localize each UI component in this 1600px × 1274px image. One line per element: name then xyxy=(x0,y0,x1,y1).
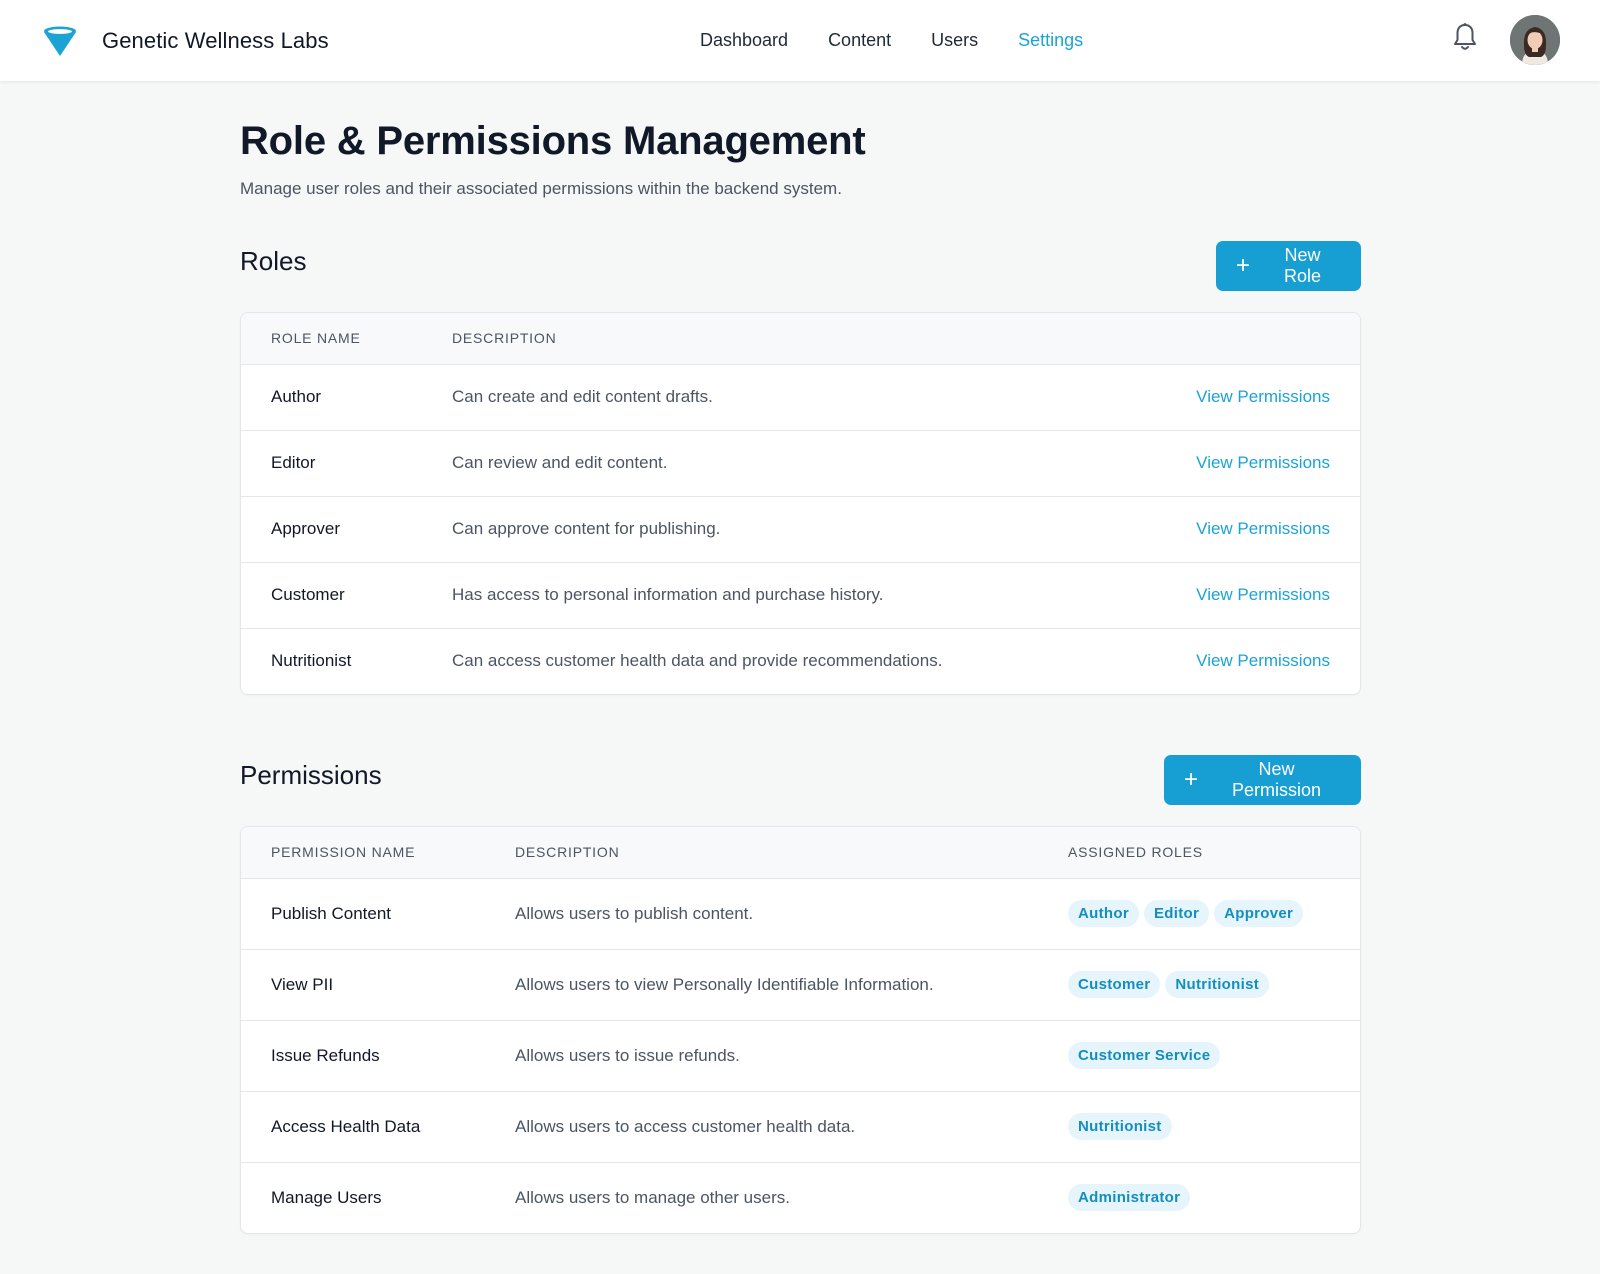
nav-users[interactable]: Users xyxy=(931,30,978,51)
role-tag[interactable]: Nutritionist xyxy=(1165,971,1270,998)
permission-description: Allows users to manage other users. xyxy=(515,1187,790,1207)
assigned-roles: Administrator xyxy=(1038,1162,1360,1233)
table-row: View PII Allows users to view Personally… xyxy=(241,949,1360,1021)
view-permissions-link[interactable]: View Permissions xyxy=(1196,387,1330,406)
permissions-section-title: Permissions xyxy=(240,760,382,790)
column-header-permission-name: PERMISSION NAME xyxy=(241,827,485,879)
role-description: Can approve content for publishing. xyxy=(422,496,1106,563)
permission-name: Manage Users xyxy=(271,1187,382,1207)
page-title: Role & Permissions Management xyxy=(240,119,866,163)
column-header-description: DESCRIPTION xyxy=(485,827,1038,879)
permission-name: Publish Content xyxy=(241,878,485,950)
table-row: Customer Has access to personal informat… xyxy=(241,562,1360,629)
view-permissions-link[interactable]: View Permissions xyxy=(1196,453,1330,472)
user-avatar[interactable] xyxy=(1510,15,1560,65)
bell-icon[interactable] xyxy=(1452,22,1478,52)
role-tag[interactable]: Author xyxy=(1068,900,1139,927)
assigned-roles: Customer Nutritionist xyxy=(1038,949,1360,1021)
permission-description: Allows users to view Personally Identifi… xyxy=(485,949,1038,1021)
new-permission-button[interactable]: + New Permission xyxy=(1164,755,1361,805)
permission-name: View PII xyxy=(241,949,485,1021)
table-header-row: ROLE NAME DESCRIPTION xyxy=(241,313,1360,365)
assigned-roles: Nutritionist xyxy=(1038,1091,1360,1163)
role-description: Can create and edit content drafts. xyxy=(422,364,1106,431)
role-tag[interactable]: Administrator xyxy=(1068,1184,1191,1212)
role-description: Can review and edit content. xyxy=(422,430,1106,497)
table-row: Author Can create and edit content draft… xyxy=(241,364,1360,431)
page-subtitle: Manage user roles and their associated p… xyxy=(240,179,842,198)
role-description: Can access customer health data and prov… xyxy=(452,651,943,671)
view-permissions-link[interactable]: View Permissions xyxy=(1196,651,1330,670)
role-description: Has access to personal information and p… xyxy=(422,562,1106,629)
funnel-logo-icon xyxy=(42,23,78,59)
brand-name: Genetic Wellness Labs xyxy=(102,27,329,53)
assigned-roles: Author Editor Approver xyxy=(1038,878,1360,950)
permissions-table: PERMISSION NAME DESCRIPTION ASSIGNED ROL… xyxy=(241,827,1360,1233)
main-nav: Dashboard Content Users Settings xyxy=(700,0,1123,81)
permission-description: Allows users to issue refunds. xyxy=(485,1020,1038,1092)
table-row: Issue Refunds Allows users to issue refu… xyxy=(241,1020,1360,1092)
role-tag[interactable]: Editor xyxy=(1143,900,1210,927)
table-row: Publish Content Allows users to publish … xyxy=(241,878,1360,950)
new-permission-label: New Permission xyxy=(1231,759,1322,800)
assigned-roles: Customer Service xyxy=(1038,1020,1360,1092)
new-role-button[interactable]: + New Role xyxy=(1216,241,1361,291)
role-tag[interactable]: Customer xyxy=(1068,971,1161,998)
view-permissions-link[interactable]: View Permissions xyxy=(1196,519,1330,538)
role-tag[interactable]: Nutritionist xyxy=(1068,1113,1172,1140)
table-row: Manage Users Allows users to manage othe… xyxy=(241,1162,1360,1233)
table-row: Editor Can review and edit content. View… xyxy=(241,430,1360,497)
plus-icon: + xyxy=(1236,252,1251,279)
role-name: Customer xyxy=(241,562,422,629)
column-header-assigned-roles: ASSIGNED ROLES xyxy=(1038,827,1360,879)
roles-table-card: ROLE NAME DESCRIPTION Author Can create … xyxy=(240,312,1361,695)
permissions-table-card: PERMISSION NAME DESCRIPTION ASSIGNED ROL… xyxy=(240,826,1361,1234)
nav-settings[interactable]: Settings xyxy=(1018,30,1083,51)
nav-dashboard[interactable]: Dashboard xyxy=(700,30,788,51)
column-header-description: DESCRIPTION xyxy=(422,313,1106,365)
table-row: Nutritionist Can access customer health … xyxy=(241,628,1360,694)
permission-description: Allows users to access customer health d… xyxy=(485,1091,1038,1163)
table-row: Access Health Data Allows users to acces… xyxy=(241,1091,1360,1163)
permission-description: Allows users to publish content. xyxy=(485,878,1038,950)
nav-content[interactable]: Content xyxy=(828,30,891,51)
role-tag[interactable]: Approver xyxy=(1214,900,1304,927)
permission-name: Access Health Data xyxy=(241,1091,485,1163)
column-header-role-name: ROLE NAME xyxy=(241,313,422,365)
role-name: Approver xyxy=(241,496,422,563)
table-header-row: PERMISSION NAME DESCRIPTION ASSIGNED ROL… xyxy=(241,827,1360,879)
new-role-label: New Role xyxy=(1283,245,1322,286)
table-row: Approver Can approve content for publish… xyxy=(241,496,1360,563)
column-header-actions xyxy=(1105,313,1360,365)
roles-table: ROLE NAME DESCRIPTION Author Can create … xyxy=(241,313,1360,694)
role-name: Nutritionist xyxy=(271,651,352,671)
view-permissions-link[interactable]: View Permissions xyxy=(1196,585,1330,604)
roles-section-title: Roles xyxy=(240,246,307,276)
plus-icon: + xyxy=(1184,766,1199,793)
top-navigation-bar: Genetic Wellness Labs Dashboard Content … xyxy=(0,0,1600,81)
role-name: Editor xyxy=(241,430,422,497)
role-tag[interactable]: Customer Service xyxy=(1068,1042,1221,1069)
role-name: Author xyxy=(241,364,422,431)
permission-name: Issue Refunds xyxy=(241,1020,485,1092)
brand[interactable]: Genetic Wellness Labs xyxy=(42,0,329,81)
